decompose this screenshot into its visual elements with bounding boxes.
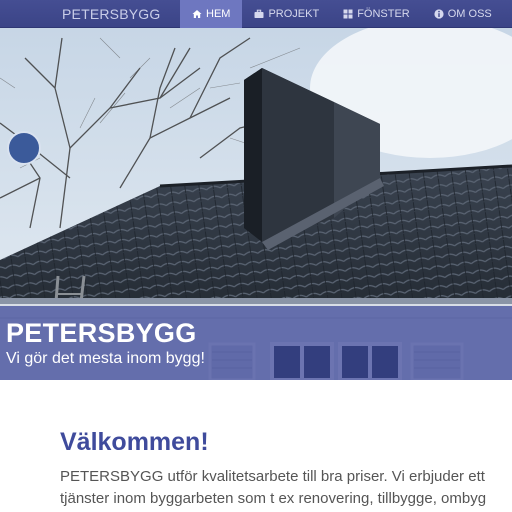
- top-navbar: PETERSBYGG HEM PROJEKT FÖNSTER OM OSS: [0, 0, 512, 28]
- hero-title: PETERSBYGG: [6, 318, 197, 348]
- hero-subtitle: Vi gör det mesta inom bygg!: [6, 350, 205, 367]
- nav-label-om-oss: OM OSS: [447, 8, 492, 20]
- hero-banner: PETERSBYGG Vi gör det mesta inom bygg!: [0, 28, 512, 380]
- nav-item-fonster[interactable]: FÖNSTER: [331, 0, 422, 28]
- intro-paragraph: PETERSBYGG utför kvalitetsarbete till br…: [60, 466, 512, 510]
- nav-label-hem: HEM: [206, 8, 231, 20]
- nav-label-fonster: FÖNSTER: [357, 8, 410, 20]
- nav-item-projekt[interactable]: PROJEKT: [242, 0, 331, 28]
- nav-label-projekt: PROJEKT: [268, 8, 320, 20]
- brand-logo[interactable]: PETERSBYGG: [62, 0, 160, 28]
- home-icon: [192, 10, 202, 18]
- grid-icon: [343, 9, 353, 19]
- main-nav: HEM PROJEKT FÖNSTER OM OSS: [180, 0, 504, 28]
- nav-item-hem[interactable]: HEM: [180, 0, 243, 28]
- welcome-heading: Välkommen!: [60, 428, 209, 456]
- nav-item-om-oss[interactable]: OM OSS: [422, 0, 504, 28]
- intro-line: tjänster inom byggarbeten som t ex renov…: [60, 490, 487, 507]
- info-icon: [434, 9, 444, 19]
- intro-line: PETERSBYGG utför kvalitetsarbete till br…: [60, 468, 485, 485]
- briefcase-icon: [254, 9, 264, 18]
